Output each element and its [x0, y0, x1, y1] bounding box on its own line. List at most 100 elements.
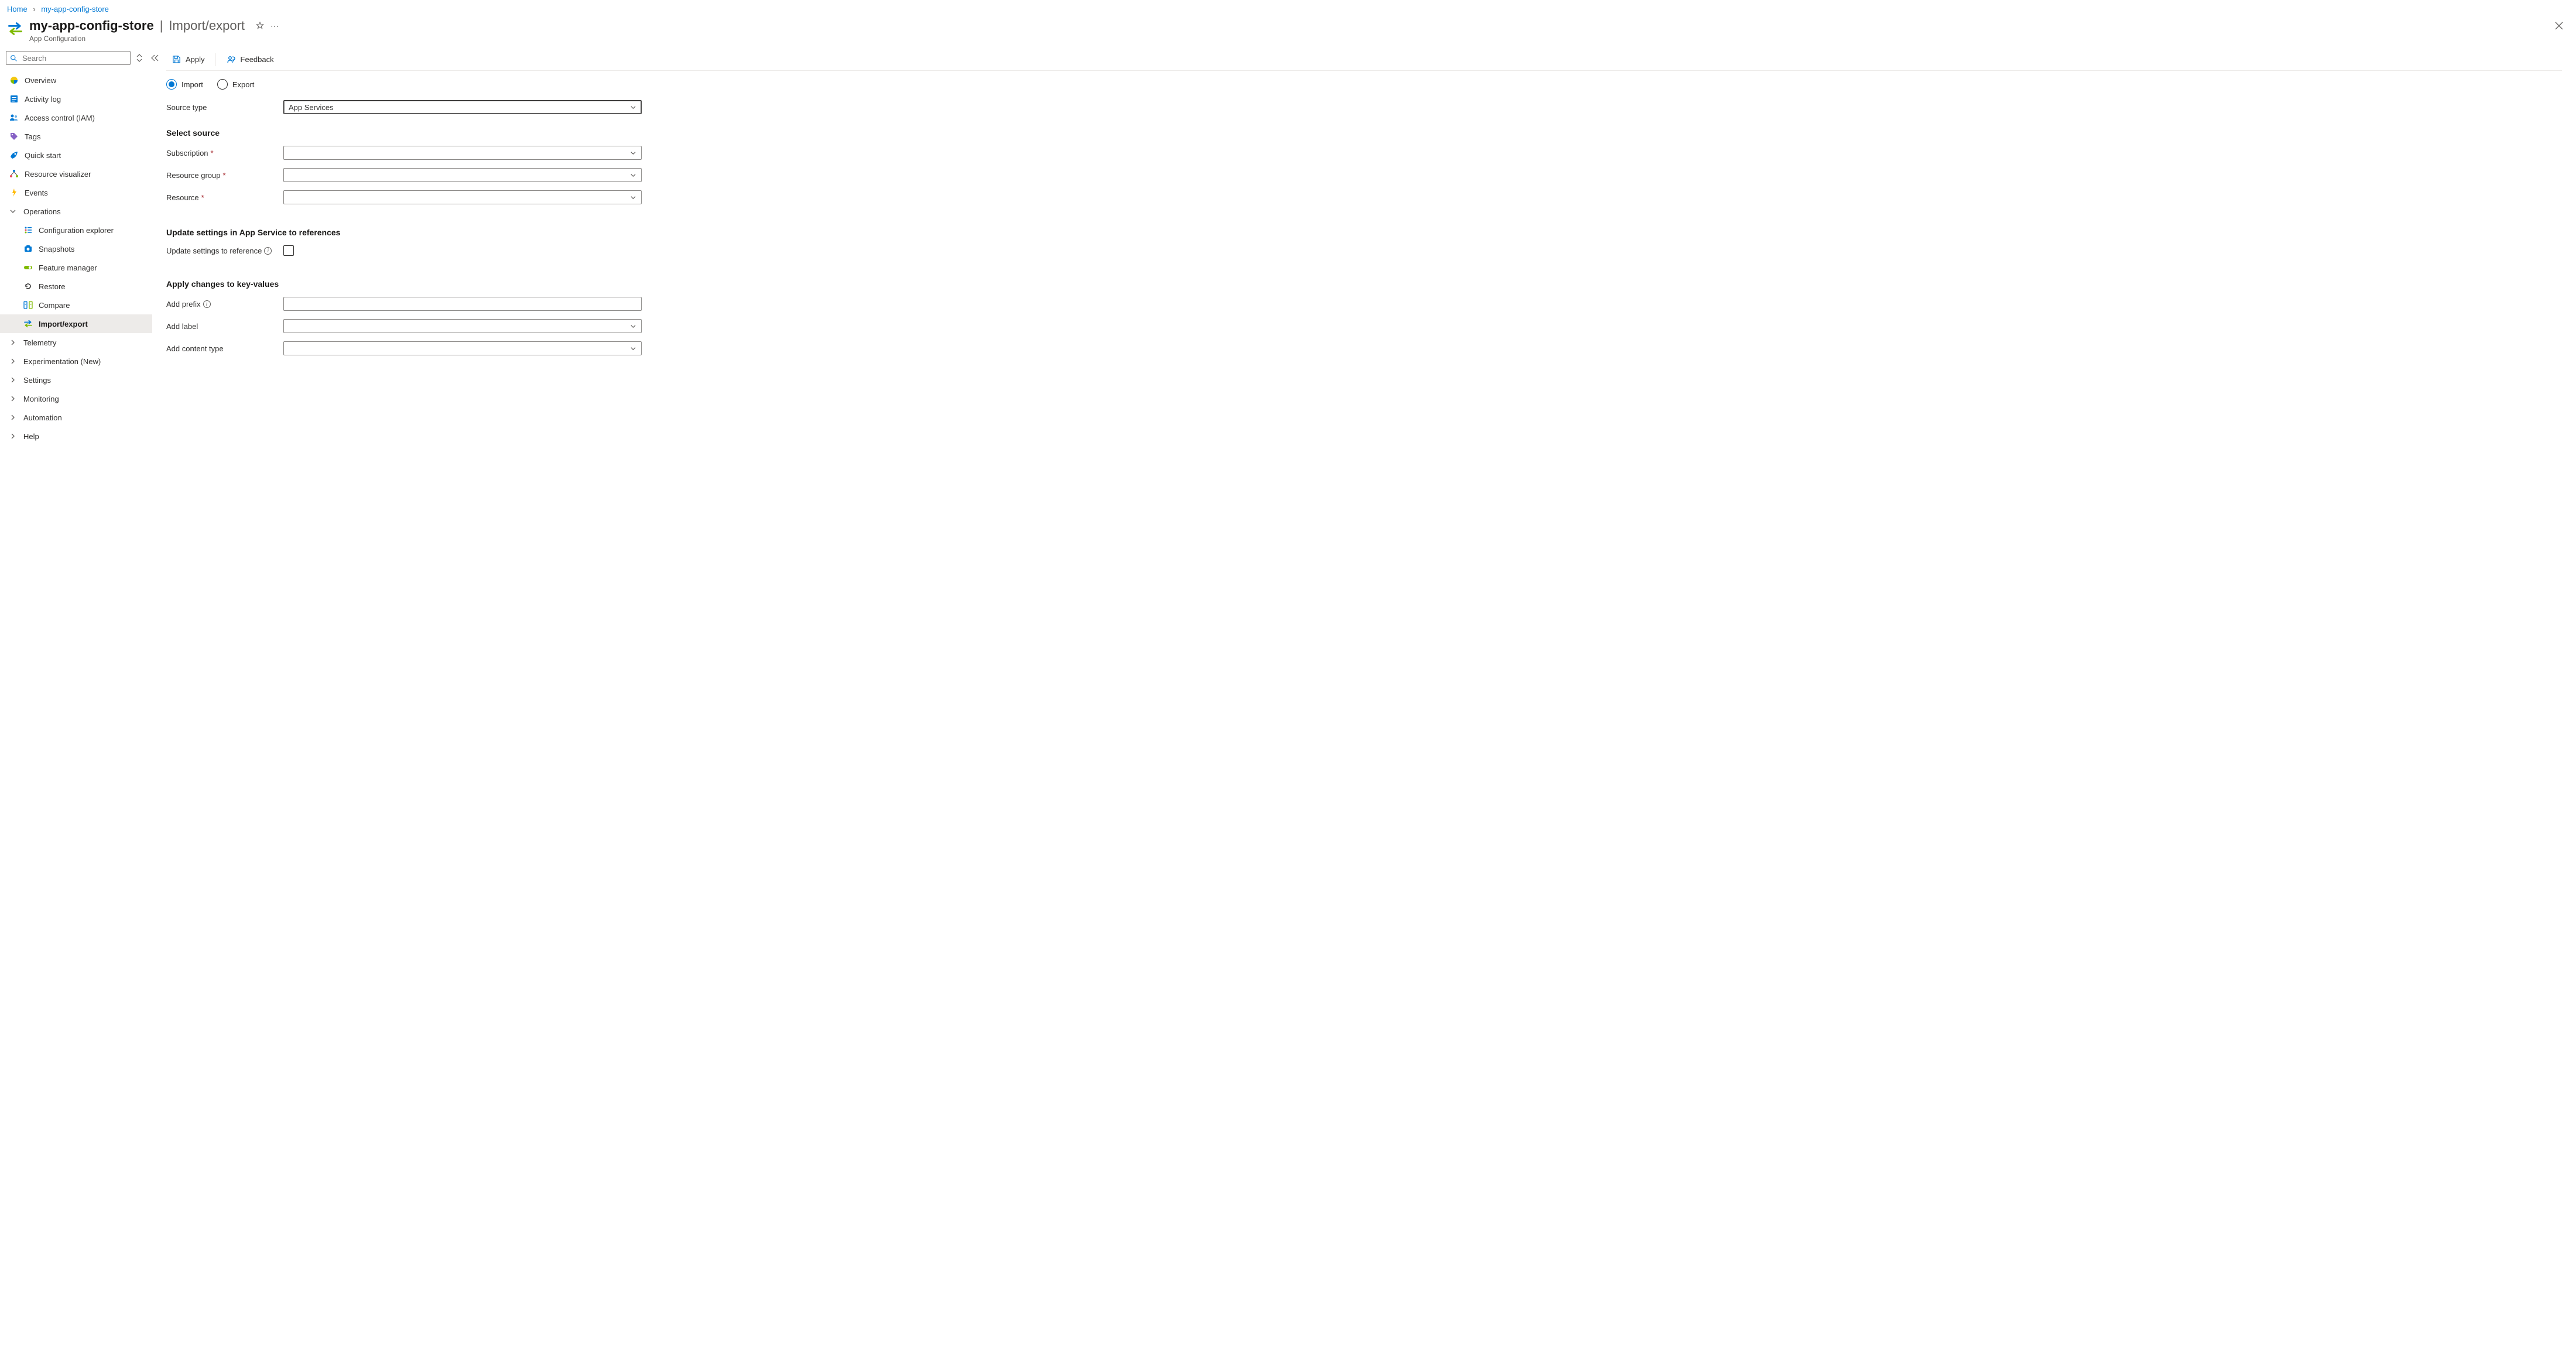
sidebar-item-quick-start[interactable]: Quick start: [0, 146, 152, 165]
subscription-select[interactable]: [283, 146, 642, 160]
resource-select[interactable]: [283, 190, 642, 204]
sidebar-group-automation[interactable]: Automation: [0, 408, 152, 427]
sidebar-group-telemetry[interactable]: Telemetry: [0, 333, 152, 352]
sidebar-search[interactable]: [6, 51, 131, 65]
add-prefix-text[interactable]: [289, 299, 636, 309]
sidebar-item-tags[interactable]: Tags: [0, 127, 152, 146]
add-content-type-select[interactable]: [283, 341, 642, 355]
sidebar-group-label: Settings: [23, 376, 51, 385]
resource-group-label: Resource group*: [166, 171, 283, 180]
select-source-heading: Select source: [166, 128, 2562, 138]
sidebar-item-label: Resource visualizer: [25, 170, 91, 179]
apply-button[interactable]: Apply: [166, 49, 211, 70]
update-settings-checkbox[interactable]: [283, 245, 294, 256]
sidebar-group-monitoring[interactable]: Monitoring: [0, 389, 152, 408]
chevron-right-icon: [9, 414, 18, 421]
close-icon: [2555, 22, 2563, 30]
radio-import[interactable]: Import: [166, 79, 203, 90]
sidebar-item-events[interactable]: Events: [0, 183, 152, 202]
sidebar-group-operations[interactable]: Operations: [0, 202, 152, 221]
source-type-label: Source type: [166, 103, 283, 112]
page-title-resource: my-app-config-store: [29, 18, 154, 33]
page-subtitle: App Configuration: [29, 35, 2549, 43]
chevron-down-icon: [630, 194, 636, 201]
radio-export[interactable]: Export: [217, 79, 255, 90]
chevron-down-icon: [630, 345, 636, 352]
sidebar-expand-icon[interactable]: [134, 53, 145, 63]
sidebar-item-overview[interactable]: Overview: [0, 71, 152, 90]
sidebar-item-restore[interactable]: Restore: [0, 277, 152, 296]
chevron-down-icon: [9, 208, 18, 215]
sidebar-item-label: Overview: [25, 76, 56, 85]
sidebar-item-activity-log[interactable]: Activity log: [0, 90, 152, 108]
sidebar: Overview Activity log Access control (IA…: [0, 49, 152, 457]
add-label-label: Add label: [166, 322, 283, 331]
sidebar-item-access-control[interactable]: Access control (IAM): [0, 108, 152, 127]
feedback-icon: [227, 55, 236, 64]
chevron-down-icon: [630, 172, 636, 179]
more-icon[interactable]: ···: [270, 21, 279, 30]
compare-icon: [23, 300, 33, 310]
chevron-right-icon: [9, 358, 18, 365]
sidebar-item-label: Access control (IAM): [25, 114, 95, 122]
sidebar-group-label: Help: [23, 432, 39, 441]
apply-changes-heading: Apply changes to key-values: [166, 279, 2562, 289]
resource-group-select[interactable]: [283, 168, 642, 182]
sidebar-group-settings[interactable]: Settings: [0, 371, 152, 389]
source-type-value: App Services: [289, 103, 334, 112]
quick-start-icon: [9, 150, 19, 160]
sidebar-item-label: Import/export: [39, 320, 88, 328]
add-content-type-label: Add content type: [166, 344, 283, 353]
sidebar-item-label: Tags: [25, 132, 40, 141]
activity-log-icon: [9, 94, 19, 104]
breadcrumb-current[interactable]: my-app-config-store: [41, 5, 109, 13]
sidebar-item-label: Quick start: [25, 151, 61, 160]
breadcrumb-home[interactable]: Home: [7, 5, 28, 13]
radio-label: Import: [181, 80, 203, 89]
sidebar-item-label: Snapshots: [39, 245, 74, 253]
update-settings-label: Update settings to reference i: [166, 246, 283, 255]
page-title-section: Import/export: [169, 18, 245, 33]
chevron-right-icon: [9, 433, 18, 440]
required-indicator: *: [211, 149, 214, 157]
sidebar-item-label: Restore: [39, 282, 66, 291]
source-type-select[interactable]: App Services: [283, 100, 642, 114]
sidebar-group-label: Operations: [23, 207, 61, 216]
sidebar-item-snapshots[interactable]: Snapshots: [0, 239, 152, 258]
sidebar-group-experimentation[interactable]: Experimentation (New): [0, 352, 152, 371]
sidebar-item-feature-manager[interactable]: Feature manager: [0, 258, 152, 277]
info-icon[interactable]: i: [264, 247, 272, 255]
access-control-icon: [9, 113, 19, 122]
required-indicator: *: [201, 193, 204, 202]
close-button[interactable]: [2549, 18, 2569, 33]
command-bar: Apply Feedback: [166, 49, 2562, 71]
resource-visualizer-icon: [9, 169, 19, 179]
radio-icon: [166, 79, 177, 90]
events-icon: [9, 188, 19, 197]
sidebar-item-label: Feature manager: [39, 263, 97, 272]
sidebar-group-help[interactable]: Help: [0, 427, 152, 446]
chevron-right-icon: [9, 395, 18, 402]
import-export-radio-group: Import Export: [166, 79, 2562, 90]
feature-manager-icon: [23, 263, 33, 272]
sidebar-item-compare[interactable]: Compare: [0, 296, 152, 314]
add-prefix-input[interactable]: [283, 297, 642, 311]
info-icon[interactable]: i: [203, 300, 211, 308]
sidebar-search-input[interactable]: [21, 53, 126, 63]
sidebar-item-label: Compare: [39, 301, 70, 310]
sidebar-item-label: Events: [25, 189, 48, 197]
sidebar-item-configuration-explorer[interactable]: Configuration explorer: [0, 221, 152, 239]
favorite-star-icon[interactable]: [255, 21, 265, 30]
restore-icon: [23, 282, 33, 291]
search-icon: [10, 54, 18, 62]
sidebar-item-import-export[interactable]: Import/export: [0, 314, 152, 333]
sidebar-item-label: Configuration explorer: [39, 226, 114, 235]
chevron-right-icon: [9, 376, 18, 383]
add-label-select[interactable]: [283, 319, 642, 333]
breadcrumb: Home › my-app-config-store: [0, 0, 2576, 13]
feedback-button[interactable]: Feedback: [221, 49, 280, 70]
sidebar-group-label: Experimentation (New): [23, 357, 101, 366]
config-explorer-icon: [23, 225, 33, 235]
radio-label: Export: [232, 80, 255, 89]
sidebar-item-resource-visualizer[interactable]: Resource visualizer: [0, 165, 152, 183]
